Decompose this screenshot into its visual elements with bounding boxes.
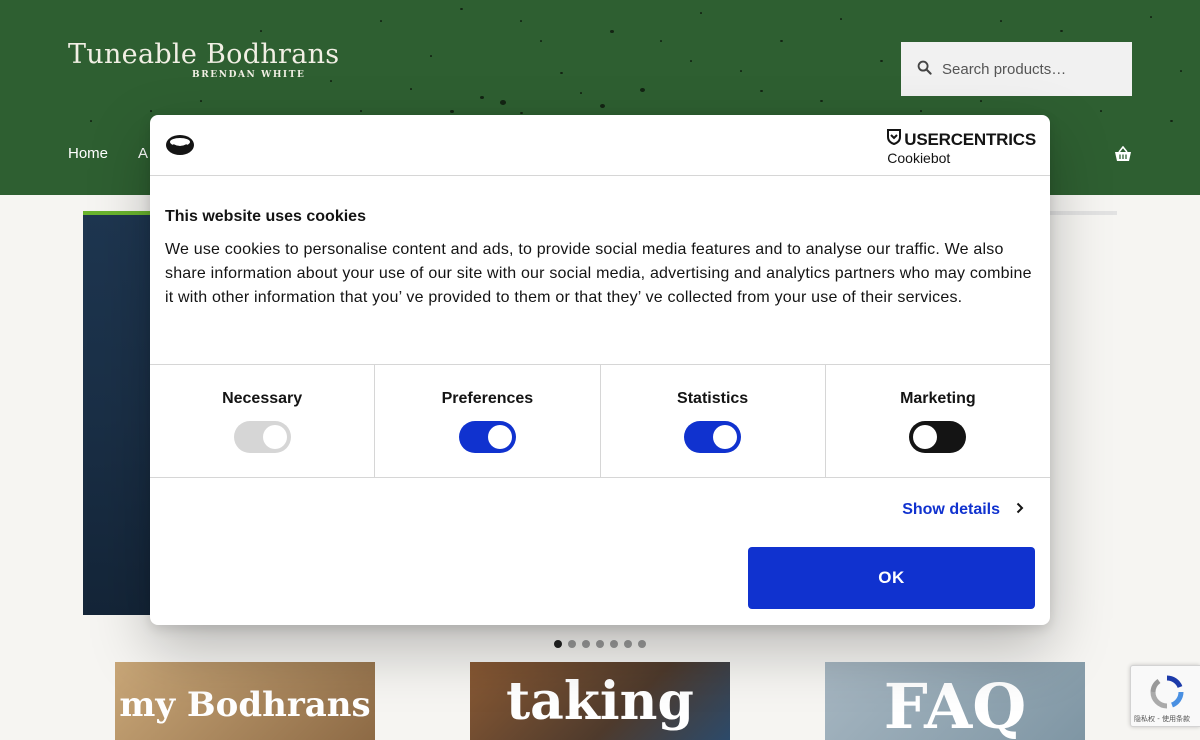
texture-speck bbox=[330, 80, 332, 82]
cookiebot-logo[interactable]: USERCENTRICS Cookiebot bbox=[887, 129, 1036, 166]
consent-toggle[interactable] bbox=[458, 421, 516, 453]
texture-speck bbox=[360, 110, 362, 112]
consent-toggle[interactable] bbox=[909, 421, 967, 453]
texture-speck bbox=[150, 110, 152, 112]
texture-speck bbox=[880, 60, 883, 63]
texture-speck bbox=[580, 92, 582, 94]
recaptcha-terms[interactable]: 隐私权 - 使用条款 bbox=[1134, 714, 1190, 724]
texture-speck bbox=[260, 30, 262, 32]
cookiebot-brand: USERCENTRICS bbox=[904, 129, 1036, 149]
recaptcha-icon bbox=[1149, 674, 1185, 714]
tile-taking[interactable]: taking bbox=[470, 662, 730, 740]
chevron-right-icon bbox=[1016, 501, 1024, 519]
product-search[interactable] bbox=[901, 42, 1132, 96]
texture-speck bbox=[1060, 30, 1063, 33]
category-label: Necessary bbox=[222, 390, 303, 407]
dialog-body: This website uses cookies We use cookies… bbox=[150, 176, 1050, 364]
site-brand-icon bbox=[165, 133, 195, 161]
slider-dot[interactable] bbox=[596, 640, 604, 648]
texture-speck bbox=[740, 70, 742, 72]
texture-speck bbox=[760, 90, 763, 93]
texture-speck bbox=[980, 100, 982, 102]
toggle-knob bbox=[487, 425, 512, 449]
texture-speck bbox=[610, 30, 614, 34]
consent-category-preferences: Preferences bbox=[375, 365, 601, 477]
texture-speck bbox=[1150, 16, 1152, 18]
texture-speck bbox=[90, 120, 92, 122]
shield-icon bbox=[887, 129, 902, 150]
dialog-title: This website uses cookies bbox=[165, 208, 366, 225]
tile-label: FAQ bbox=[883, 670, 1027, 740]
texture-speck bbox=[540, 40, 542, 42]
category-label: Statistics bbox=[677, 390, 749, 407]
texture-speck bbox=[520, 20, 522, 22]
slider-dot[interactable] bbox=[568, 640, 576, 648]
recaptcha-badge[interactable]: 隐私权 - 使用条款 bbox=[1130, 665, 1200, 727]
consent-toggle bbox=[233, 421, 291, 453]
texture-speck bbox=[600, 104, 605, 108]
nav-item-home[interactable]: Home bbox=[68, 145, 108, 162]
search-input[interactable] bbox=[942, 60, 1122, 78]
logo-subtitle: BRENDAN WHITE bbox=[192, 70, 306, 80]
texture-speck bbox=[450, 110, 454, 114]
texture-speck bbox=[1180, 70, 1182, 72]
texture-speck bbox=[480, 96, 484, 100]
texture-speck bbox=[780, 40, 783, 43]
basket-icon[interactable] bbox=[1114, 145, 1132, 166]
search-icon bbox=[917, 60, 932, 79]
show-details-label: Show details bbox=[902, 501, 1000, 518]
dialog-description: We use cookies to personalise content an… bbox=[165, 241, 1032, 306]
main-nav: Home A bbox=[68, 145, 148, 162]
slider-dot[interactable] bbox=[638, 640, 646, 648]
toggle-knob bbox=[713, 425, 738, 449]
slider-dot[interactable] bbox=[610, 640, 618, 648]
texture-speck bbox=[410, 88, 412, 90]
slider-dot[interactable] bbox=[624, 640, 632, 648]
texture-speck bbox=[460, 8, 463, 11]
texture-speck bbox=[660, 40, 662, 42]
texture-speck bbox=[1000, 20, 1002, 22]
tile-label: my Bodhrans bbox=[119, 685, 371, 725]
tile-label: taking bbox=[506, 671, 694, 732]
slide-image bbox=[83, 211, 150, 615]
tile-faq[interactable]: FAQ bbox=[825, 662, 1085, 740]
texture-speck bbox=[690, 60, 692, 62]
texture-speck bbox=[840, 18, 842, 20]
slider-dot[interactable] bbox=[582, 640, 590, 648]
consent-categories: Necessary Preferences Statistics Marketing bbox=[150, 364, 1050, 478]
slider-dots bbox=[554, 640, 646, 648]
texture-speck bbox=[200, 100, 202, 102]
site-logo[interactable]: Tuneable Bodhrans BRENDAN WHITE bbox=[68, 39, 340, 81]
category-label: Preferences bbox=[441, 390, 534, 407]
cookiebot-brand-sub: Cookiebot bbox=[887, 150, 951, 166]
category-label: Marketing bbox=[900, 390, 976, 407]
texture-speck bbox=[500, 100, 506, 105]
texture-speck bbox=[640, 88, 645, 92]
ok-button[interactable]: OK bbox=[748, 547, 1035, 609]
slider-dot[interactable] bbox=[554, 640, 562, 648]
texture-speck bbox=[1100, 110, 1102, 112]
toggle-knob bbox=[262, 425, 287, 449]
texture-speck bbox=[380, 20, 382, 22]
texture-speck bbox=[430, 55, 432, 57]
toggle-knob bbox=[913, 425, 938, 449]
logo-title: Tuneable Bodhrans bbox=[68, 39, 340, 70]
slide-progress-bar bbox=[1050, 211, 1117, 215]
cookie-consent-dialog: USERCENTRICS Cookiebot This website uses… bbox=[150, 115, 1050, 625]
texture-speck bbox=[820, 100, 823, 103]
consent-category-marketing: Marketing bbox=[826, 365, 1050, 477]
consent-toggle[interactable] bbox=[684, 421, 742, 453]
tile-my-bodhrans[interactable]: my Bodhrans bbox=[115, 662, 375, 740]
texture-speck bbox=[700, 12, 702, 14]
consent-category-necessary: Necessary bbox=[150, 365, 376, 477]
consent-category-statistics: Statistics bbox=[601, 365, 826, 477]
texture-speck bbox=[1170, 120, 1173, 123]
nav-item-about[interactable]: A bbox=[138, 145, 148, 162]
show-details-button[interactable]: Show details bbox=[902, 501, 1024, 519]
dialog-header: USERCENTRICS Cookiebot bbox=[150, 115, 1050, 176]
texture-speck bbox=[920, 110, 922, 112]
texture-speck bbox=[560, 72, 563, 75]
